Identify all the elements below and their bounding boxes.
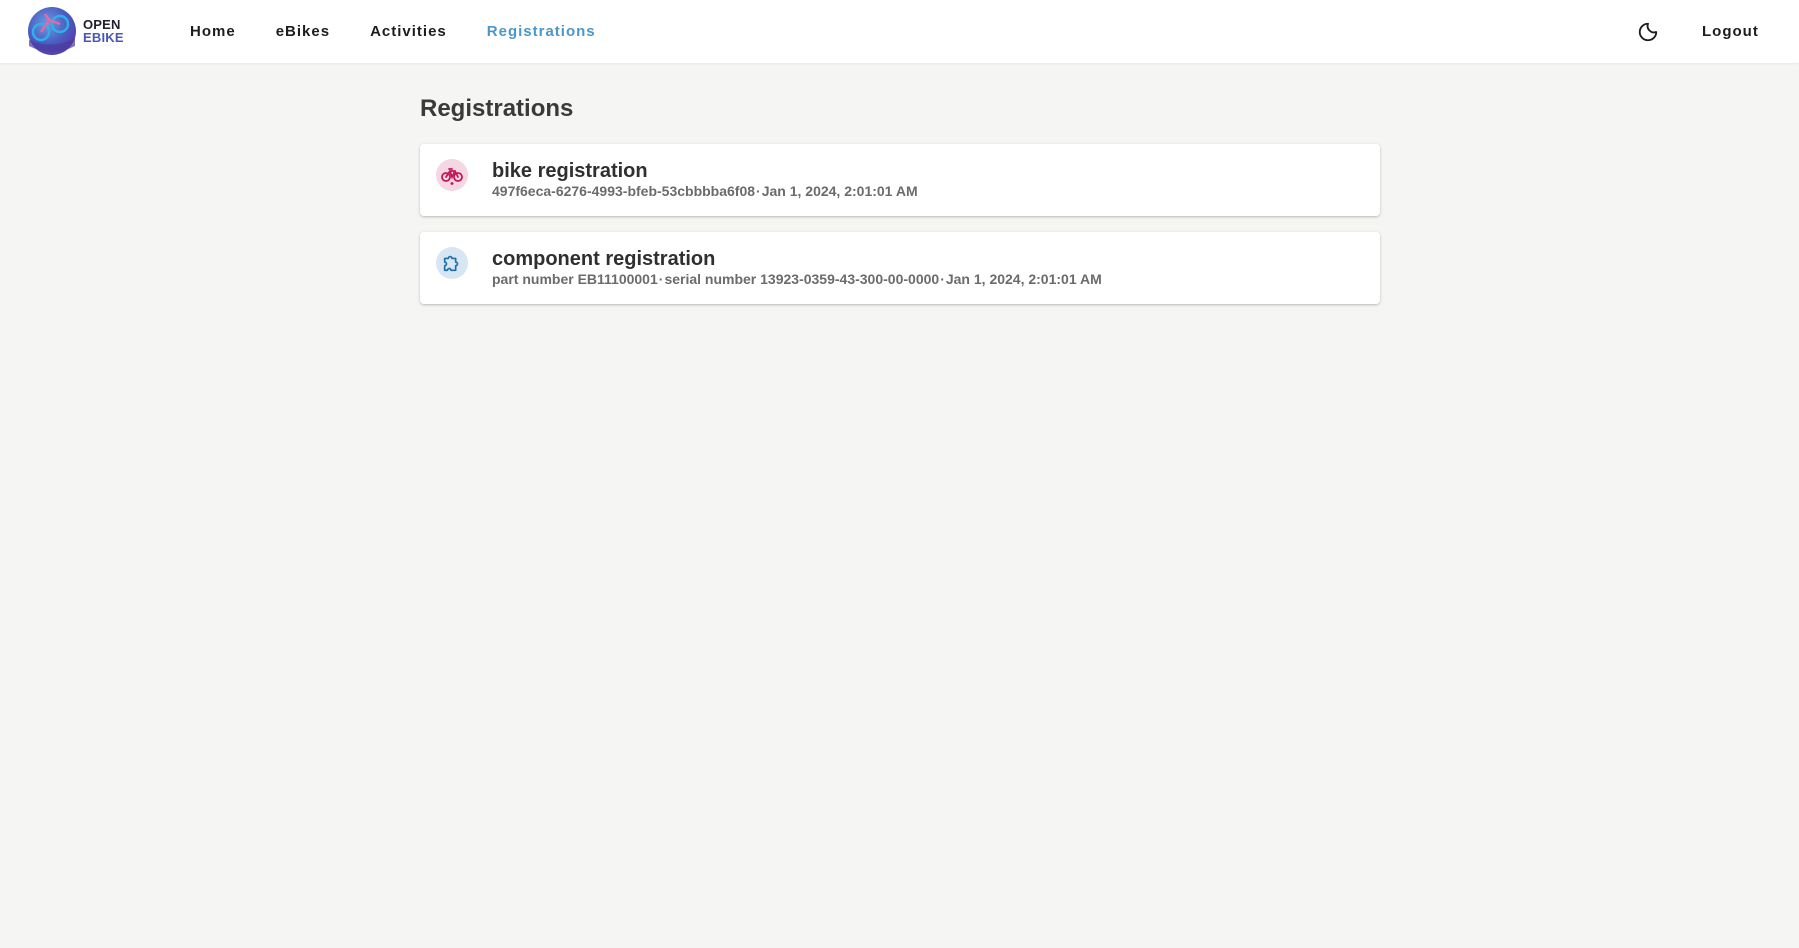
open-ebike-logo-icon: [28, 7, 76, 55]
registration-card-component[interactable]: component registration part number EB111…: [420, 232, 1380, 304]
puzzle-icon: [443, 255, 459, 272]
bike-id: 497f6eca-6276-4993-bfeb-53cbbbba6f08: [492, 183, 756, 199]
registration-date: Jan 1, 2024, 2:01:01 AM: [761, 183, 918, 199]
theme-toggle-button[interactable]: [1634, 18, 1662, 46]
registration-date: Jan 1, 2024, 2:01:01 AM: [945, 271, 1102, 287]
registration-details: part number EB11100001·serial number 139…: [492, 271, 1102, 287]
registration-title: bike registration: [492, 160, 648, 182]
nav-home[interactable]: Home: [190, 23, 236, 40]
part-number: part number EB11100001: [492, 271, 658, 287]
page-title: Registrations: [420, 95, 574, 122]
nav-registrations[interactable]: Registrations: [487, 23, 596, 40]
serial-number: serial number 13923-0359-43-300-00-0000: [664, 271, 940, 287]
registration-title: component registration: [492, 248, 716, 270]
main-nav: Home eBikes Activities Registrations: [170, 0, 616, 63]
app-logo[interactable]: OPEN EBIKE: [27, 6, 124, 56]
registration-details: 497f6eca-6276-4993-bfeb-53cbbbba6f08·Jan…: [492, 183, 918, 199]
separator-dot: ·: [940, 271, 945, 287]
logo-text-ebike: EBIKE: [83, 30, 124, 45]
logout-button[interactable]: Logout: [1690, 0, 1771, 63]
bicycle-icon: [441, 168, 463, 185]
nav-ebikes[interactable]: eBikes: [276, 23, 330, 40]
moon-icon: [1638, 22, 1658, 42]
bike-icon-avatar: [436, 159, 468, 191]
top-app-bar: OPEN EBIKE Home eBikes Activities Regist…: [0, 0, 1799, 63]
nav-activities[interactable]: Activities: [370, 23, 447, 40]
separator-dot: ·: [658, 271, 664, 287]
component-icon-avatar: [436, 247, 468, 279]
separator-dot: ·: [756, 183, 761, 199]
registration-card-bike[interactable]: bike registration 497f6eca-6276-4993-bfe…: [420, 144, 1380, 216]
